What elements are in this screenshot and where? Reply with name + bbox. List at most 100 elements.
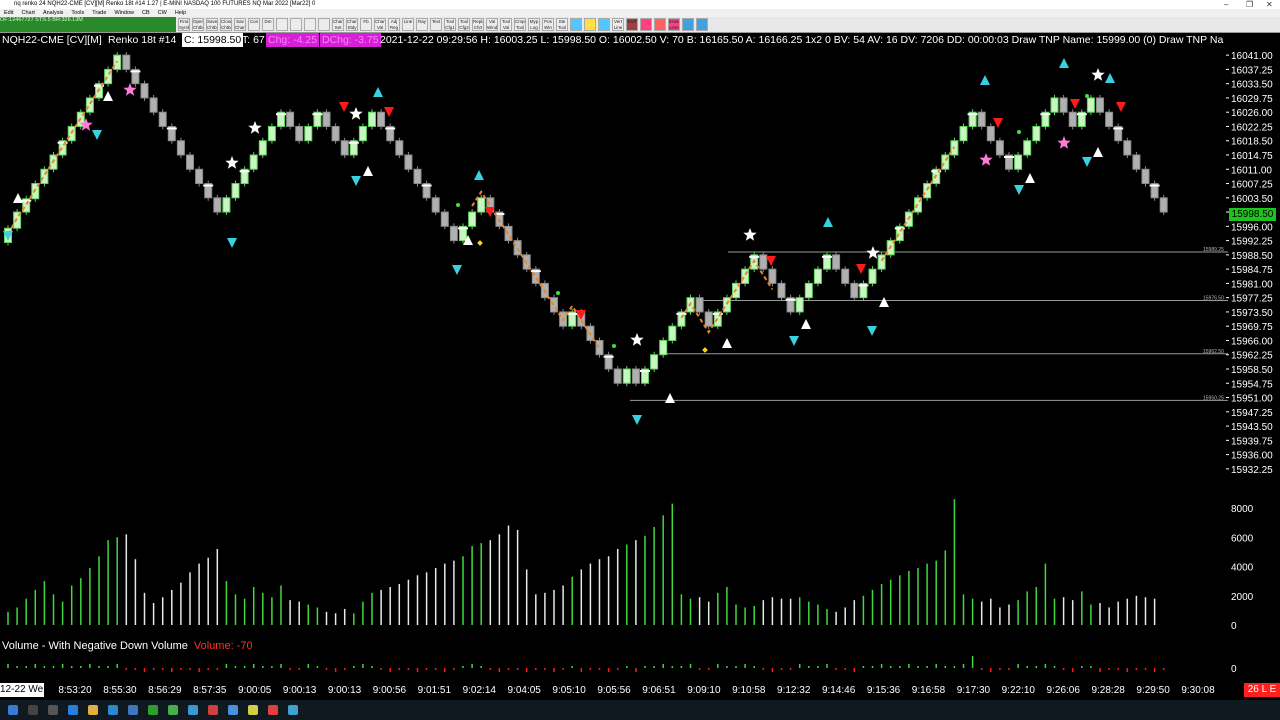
- toolbar-button-26[interactable]: Pos Win: [542, 18, 554, 31]
- toolbar-button-35[interactable]: Erase Lines: [668, 18, 680, 31]
- toolbar-button-9[interactable]: [304, 18, 316, 31]
- toolbar-button-16[interactable]: Line: [402, 18, 414, 31]
- toolbar-button-34[interactable]: [654, 18, 666, 31]
- chrome-icon[interactable]: [168, 705, 178, 715]
- white-up-triangle-icon: [363, 166, 373, 176]
- price-tick-label: 15947.25: [1231, 408, 1273, 419]
- toolbar-button-0[interactable]: Find Symb: [178, 18, 190, 31]
- task-view-icon[interactable]: [48, 705, 58, 715]
- toolbar-button-10[interactable]: [318, 18, 330, 31]
- toolbar-button-5[interactable]: Con: [248, 18, 260, 31]
- renko-brick: [331, 125, 340, 142]
- price-tick-label: 15958.50: [1231, 365, 1273, 376]
- trading-app-icon[interactable]: [228, 705, 238, 715]
- cyan-down-triangle-icon: [789, 336, 799, 346]
- toolbar-button-1[interactable]: Open Chtbook: [192, 18, 204, 31]
- toolbar-button-12[interactable]: Chart Stdy: [346, 18, 358, 31]
- toolbar-button-27[interactable]: Ste Tool: [556, 18, 568, 31]
- maximize-button[interactable]: ❐: [1246, 0, 1253, 9]
- search-icon[interactable]: [28, 705, 38, 715]
- app-icon[interactable]: [268, 705, 278, 715]
- menu-item-cb[interactable]: CB: [142, 10, 150, 16]
- toolbar-button-7[interactable]: [276, 18, 288, 31]
- close-button[interactable]: ✕: [1266, 0, 1273, 9]
- toolbar-button-32[interactable]: DVP: [626, 18, 638, 31]
- app-icon[interactable]: [208, 705, 218, 715]
- menu-item-chart[interactable]: Chart: [21, 10, 34, 16]
- window-title: nq renko 24 NQH22-CME [CV][M] Renko 18t …: [14, 1, 316, 7]
- start-icon[interactable]: [8, 705, 18, 715]
- renko-brick: [404, 154, 413, 170]
- toolbar-button-2[interactable]: Save Chtbook: [206, 18, 218, 31]
- toolbar-button-28[interactable]: [570, 18, 582, 31]
- toolbar-button-3[interactable]: Close Chtbook: [220, 18, 232, 31]
- app-icon[interactable]: [148, 705, 158, 715]
- toolbar-button-21[interactable]: Replay Chrt: [472, 18, 484, 31]
- toolbar-button-22[interactable]: Val Wind: [486, 18, 498, 31]
- account-status: OF:12467727 ST:5.5 BR:326.13M: [0, 17, 176, 32]
- time-tick-label: 9:09:10: [687, 685, 721, 696]
- menu-item-window[interactable]: Window: [114, 10, 134, 16]
- menu-item-edit[interactable]: Edit: [4, 10, 13, 16]
- green-dot: [556, 291, 560, 295]
- toolbar-button-17[interactable]: Ray: [416, 18, 428, 31]
- app-icon[interactable]: [188, 705, 198, 715]
- toolbar-button-24[interactable]: Cmpct Tool Vol: [514, 18, 526, 31]
- renko-brick: [759, 254, 768, 270]
- price-tick-label: 16003.50: [1231, 194, 1273, 205]
- toolbar-button-29[interactable]: [584, 18, 596, 31]
- cyan-up-triangle-icon: [1059, 58, 1069, 68]
- renko-brick: [832, 254, 841, 270]
- toolbar-button-20[interactable]: Tool Cfg2: [458, 18, 470, 31]
- explorer-icon[interactable]: [88, 705, 98, 715]
- toolbar-button-36[interactable]: [682, 18, 694, 31]
- app-icon[interactable]: [288, 705, 298, 715]
- renko-brick: [923, 183, 932, 199]
- store-icon[interactable]: [108, 705, 118, 715]
- toolbar-button-18[interactable]: Text: [430, 18, 442, 31]
- toolbar-button-4[interactable]: Sav Chart: [234, 18, 246, 31]
- toolbar-button-30[interactable]: [598, 18, 610, 31]
- minimize-button[interactable]: –: [1224, 0, 1228, 9]
- renko-brick: [267, 125, 276, 142]
- time-axis: 8:53:20 8:55:30 8:56:29 8:57:35 9:00:05 9:00:…: [58, 685, 1215, 696]
- app-icon[interactable]: [248, 705, 258, 715]
- time-tick-label: 8:56:29: [148, 685, 182, 696]
- chart-area[interactable]: 15989.25 15976.50 15962.50 15950.25 16041.0…: [0, 33, 1280, 700]
- mail-icon[interactable]: [128, 705, 138, 715]
- time-tick-label: 9:22:10: [1002, 685, 1036, 696]
- renko-brick: [1096, 97, 1104, 113]
- toolbar-button-15[interactable]: Adj Reg: [388, 18, 400, 31]
- menu-item-trade[interactable]: Trade: [92, 10, 106, 16]
- renko-brick: [741, 268, 750, 284]
- toolbar-button-25[interactable]: Myp Log: [528, 18, 540, 31]
- renko-brick: [722, 297, 731, 313]
- red-down-triangle-icon: [384, 107, 394, 117]
- menu-item-analysis[interactable]: Analysis: [43, 10, 63, 16]
- toolbar-button-13[interactable]: Fb: [360, 18, 372, 31]
- green-dot: [612, 344, 616, 348]
- white-star-icon: [743, 228, 757, 241]
- toolbar-button-37[interactable]: [696, 18, 708, 31]
- toolbar-button-6[interactable]: Dm: [262, 18, 274, 31]
- time-tick-label: 9:16:58: [912, 685, 946, 696]
- toolbar-button-19[interactable]: Tool Cfg1: [444, 18, 456, 31]
- price-tick-label: 16033.50: [1231, 80, 1273, 91]
- menu-item-help[interactable]: Help: [175, 10, 186, 16]
- toolbar-button-11[interactable]: Chart Set: [332, 18, 344, 31]
- toolbar-button-23[interactable]: Tool Val: [500, 18, 512, 31]
- toolbar-button-8[interactable]: [290, 18, 302, 31]
- toolbar-button-31[interactable]: Vert Line: [612, 18, 624, 31]
- edge-icon[interactable]: [68, 705, 78, 715]
- menu-item-cw[interactable]: CW: [158, 10, 167, 16]
- time-tick-label: 9:00:13: [283, 685, 317, 696]
- renko-brick: [368, 111, 376, 127]
- time-tick-label: 9:26:06: [1047, 685, 1081, 696]
- green-dot: [1017, 130, 1021, 134]
- toolbar-button-33[interactable]: [640, 18, 652, 31]
- menu-item-tools[interactable]: Tools: [71, 10, 84, 16]
- renko-brick: [804, 282, 813, 299]
- toolbar-button-14[interactable]: Chart Val: [374, 18, 386, 31]
- renko-brick: [622, 368, 631, 384]
- cyan-up-triangle-icon: [980, 75, 990, 85]
